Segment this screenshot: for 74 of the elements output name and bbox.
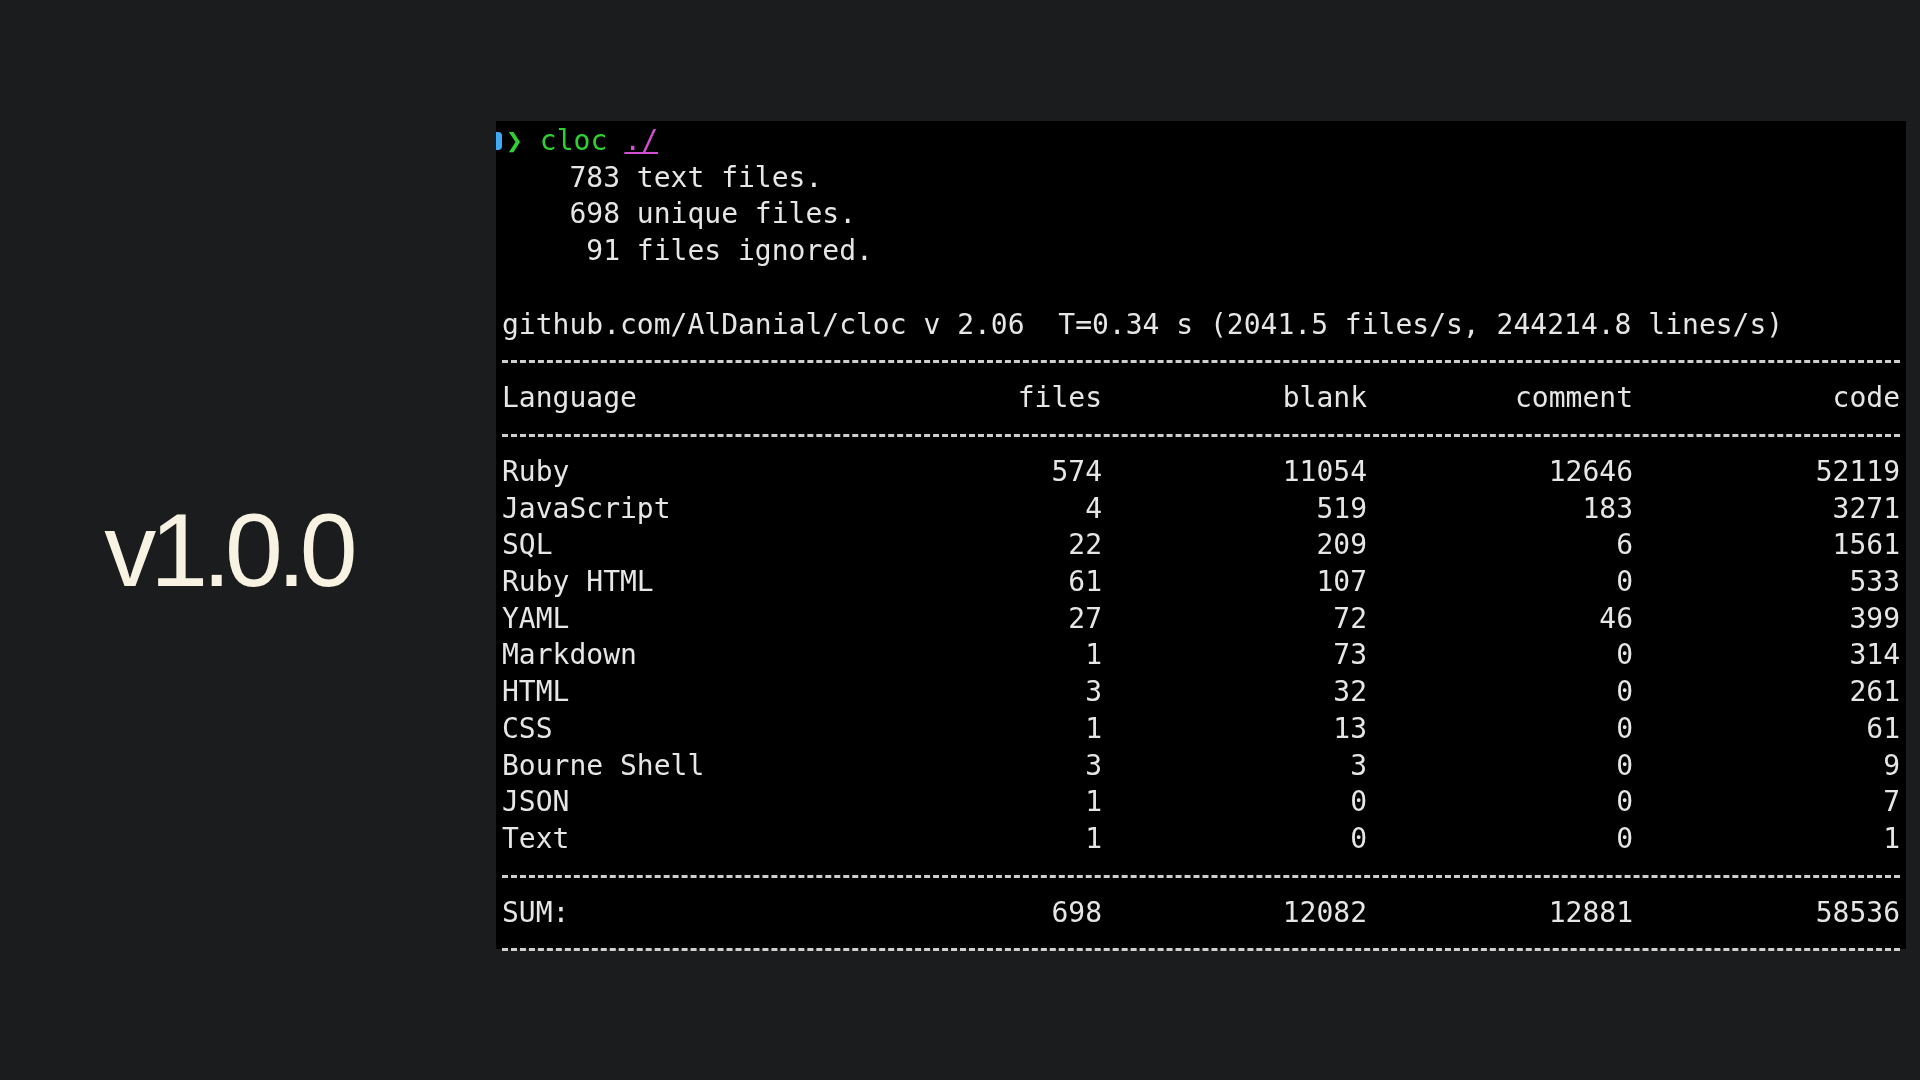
table-cell-text: Bourne Shell bbox=[502, 747, 705, 784]
table-cell-text: YAML bbox=[502, 600, 570, 637]
table-cell-text: Markdown bbox=[502, 637, 637, 674]
table-cell-text: 46 bbox=[1599, 600, 1633, 637]
column-header: files bbox=[1017, 380, 1102, 417]
table-cell-text: 72 bbox=[1333, 600, 1367, 637]
table-cell-text: 1 bbox=[1085, 710, 1102, 747]
column-header: blank bbox=[1282, 380, 1367, 417]
table-cell-text: 4 bbox=[1085, 490, 1102, 527]
table-cell: HTML bbox=[502, 674, 570, 711]
table-cell-text: 11054 bbox=[1282, 453, 1367, 490]
table-cell: 6 bbox=[1616, 527, 1633, 564]
table-cell: 1561 bbox=[1832, 527, 1900, 564]
table-cell-text: 27 bbox=[1068, 600, 1102, 637]
table-cell-text: 12082 bbox=[1282, 894, 1367, 931]
table-cell-text: 13 bbox=[1333, 710, 1367, 747]
table-cell-text: 399 bbox=[1849, 600, 1900, 637]
output-line: 698 unique files. bbox=[568, 196, 857, 233]
table-cell-text: 0 bbox=[1616, 747, 1633, 784]
output-line: 783 text files. bbox=[568, 159, 824, 196]
column-header: comment bbox=[1515, 380, 1633, 417]
table-cell-text: 52119 bbox=[1815, 453, 1900, 490]
table-cell-text: 12646 bbox=[1548, 453, 1633, 490]
table-cell-text: 1 bbox=[1085, 637, 1102, 674]
table-cell-text: 73 bbox=[1333, 637, 1367, 674]
table-cell-text: 3271 bbox=[1832, 490, 1900, 527]
command-text: cloc bbox=[539, 123, 608, 159]
table-cell-text: Text bbox=[502, 820, 570, 857]
table-cell-text: 0 bbox=[1616, 637, 1633, 674]
table-cell-text: 0 bbox=[1616, 710, 1633, 747]
table-cell-text: SUM: bbox=[502, 894, 570, 931]
prompt-symbol: ❯ bbox=[506, 123, 523, 159]
column-header: code bbox=[1832, 380, 1900, 417]
table-cell: 261 bbox=[1849, 674, 1900, 711]
table-cell: 0 bbox=[1350, 784, 1367, 821]
table-cell-text: 61 bbox=[1068, 564, 1102, 600]
table-cell-text: 12881 bbox=[1548, 894, 1633, 931]
table-cell: JSON bbox=[502, 784, 570, 821]
output-line: github.com/AlDanial/cloc v 2.06 T=0.34 s (2041.5 files/s, 244214.8 lines/s) bbox=[502, 306, 1784, 343]
table-cell-text: JavaScript bbox=[502, 490, 671, 527]
table-cell: SQL bbox=[502, 527, 553, 564]
table-cell-text: 314 bbox=[1849, 637, 1900, 674]
table-cell-text: 1 bbox=[1883, 820, 1900, 857]
table-cell: 1 bbox=[1085, 784, 1102, 821]
table-cell-text: 574 bbox=[1051, 453, 1102, 490]
table-cell-text: 61 bbox=[1866, 710, 1900, 747]
table-cell-text: 698 bbox=[1051, 894, 1102, 931]
prompt-marker-icon bbox=[496, 132, 502, 151]
table-cell-text: 183 bbox=[1582, 490, 1633, 527]
table-cell-text: 0 bbox=[1616, 820, 1633, 857]
table-cell-text: 533 bbox=[1849, 564, 1900, 600]
table-cell: 7 bbox=[1883, 784, 1900, 821]
version-title: v1.0.0 bbox=[104, 491, 352, 610]
table-cell-text: Ruby HTML bbox=[502, 564, 654, 600]
table-cell: 0 bbox=[1616, 674, 1633, 711]
table-cell: 3 bbox=[1085, 674, 1102, 711]
table-cell-text: 519 bbox=[1316, 490, 1367, 527]
table-cell: 209 bbox=[1316, 527, 1367, 564]
table-cell: 0 bbox=[1616, 784, 1633, 821]
path-argument: ./ bbox=[624, 123, 658, 159]
table-cell-text: 0 bbox=[1616, 564, 1633, 600]
output-line: 91 files ignored. bbox=[585, 233, 874, 270]
table-cell-text: CSS bbox=[502, 710, 553, 747]
table-cell-text: 107 bbox=[1316, 564, 1367, 600]
table-cell-text: 9 bbox=[1883, 747, 1900, 784]
table-cell-text: Ruby bbox=[502, 453, 570, 490]
table-cell-text: 58536 bbox=[1815, 894, 1900, 931]
table-cell-text: 0 bbox=[1350, 820, 1367, 857]
table-cell-text: 3 bbox=[1085, 747, 1102, 784]
column-header: Language bbox=[502, 380, 637, 417]
table-cell-text: 1 bbox=[1085, 820, 1102, 857]
table-cell: 32 bbox=[1333, 674, 1367, 711]
table-cell-text: 3 bbox=[1350, 747, 1367, 784]
table-cell: 22 bbox=[1068, 527, 1102, 564]
